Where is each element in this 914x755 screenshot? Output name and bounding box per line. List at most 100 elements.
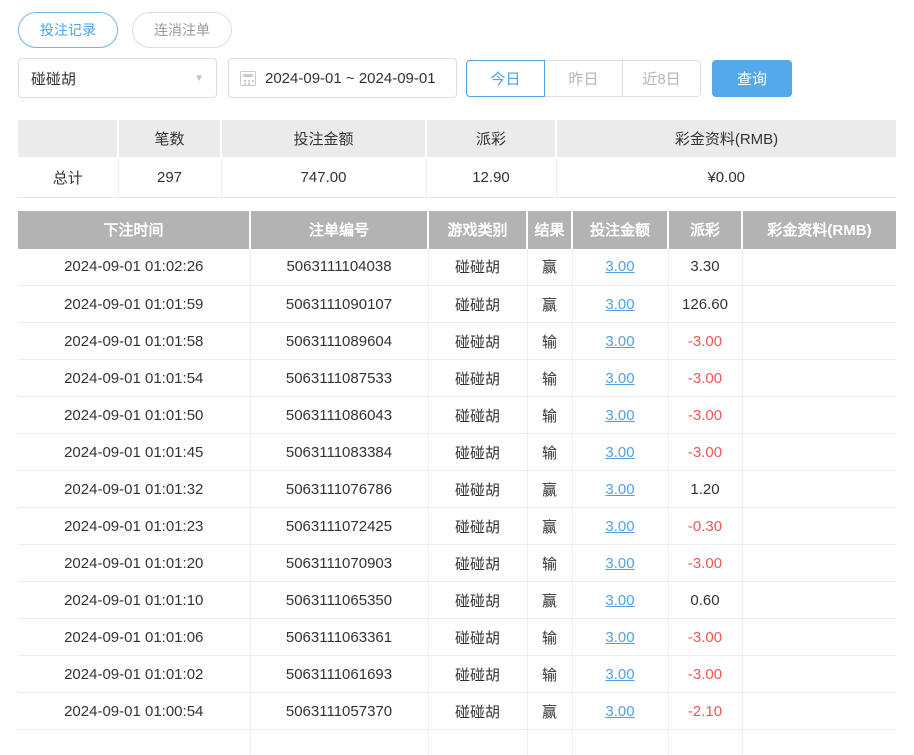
- search-button[interactable]: 查询: [712, 59, 792, 97]
- cell-result: 赢: [527, 507, 573, 545]
- tab-button[interactable]: 投注记录: [18, 12, 118, 48]
- cell-result: 输: [527, 544, 573, 582]
- top-tabs: 投注记录 连消注单: [18, 12, 896, 48]
- cell-result: 输: [527, 433, 573, 471]
- cell-payout: -3.00: [668, 655, 743, 693]
- date-range-input[interactable]: 2024-09-01 ~ 2024-09-01: [228, 58, 457, 98]
- cell-game-type: 碰碰胡: [428, 618, 528, 656]
- cell-order-number: 5063111089604: [250, 322, 429, 360]
- bet-table-header-cell: 派彩: [668, 210, 743, 249]
- table-row: 2024-09-01 01:01:50 5063111086043 碰碰胡 输 …: [18, 396, 896, 434]
- cell-bet-time: 2024-09-01 01:01:06: [18, 618, 251, 656]
- summary-bonus: ¥0.00: [556, 158, 896, 198]
- partial-next-row: [18, 729, 896, 755]
- quick-date-filter-button[interactable]: 今日: [466, 59, 545, 97]
- cell-order-number: 5063111070903: [250, 544, 429, 582]
- table-row: 2024-09-01 01:01:58 5063111089604 碰碰胡 输 …: [18, 322, 896, 360]
- cell-bonus: [742, 618, 896, 656]
- bet-amount-link[interactable]: 3.00: [605, 296, 634, 313]
- quick-date-filter-button[interactable]: 昨日: [544, 59, 623, 97]
- summary-total-row: 总计 297 747.00 12.90 ¥0.00: [18, 158, 896, 198]
- cell-game-type: 碰碰胡: [428, 359, 528, 397]
- table-row: 2024-09-01 01:01:45 5063111083384 碰碰胡 输 …: [18, 433, 896, 471]
- cell-payout: 3.30: [668, 248, 743, 286]
- summary-count: 297: [118, 158, 222, 198]
- cell-bonus: [742, 692, 896, 730]
- bet-amount-link[interactable]: 3.00: [605, 703, 634, 720]
- cell-result: 赢: [527, 581, 573, 619]
- game-type-select[interactable]: 碰碰胡 ▼: [18, 58, 217, 98]
- table-row: 2024-09-01 01:01:23 5063111072425 碰碰胡 赢 …: [18, 507, 896, 545]
- table-row: 2024-09-01 01:01:32 5063111076786 碰碰胡 赢 …: [18, 470, 896, 508]
- cell-bonus: [742, 322, 896, 360]
- quick-date-filter-button[interactable]: 近8日: [622, 59, 701, 97]
- cell-order-number: 5063111057370: [250, 692, 429, 730]
- cell-order-number: 5063111065350: [250, 581, 429, 619]
- cell-result: 输: [527, 618, 573, 656]
- bet-amount-link[interactable]: 3.00: [605, 481, 634, 498]
- bet-amount-link[interactable]: 3.00: [605, 258, 634, 275]
- bet-records-table: 下注时间 注单编号 游戏类别 结果 投注金额 派彩 彩金资料(RMB) 2024…: [18, 210, 896, 755]
- bet-amount-link[interactable]: 3.00: [605, 555, 634, 572]
- table-row: 2024-09-01 01:01:54 5063111087533 碰碰胡 输 …: [18, 359, 896, 397]
- cell-bet-time: 2024-09-01 01:01:59: [18, 285, 251, 323]
- game-type-select-value: 碰碰胡: [31, 70, 77, 88]
- bet-amount-link[interactable]: 3.00: [605, 444, 634, 461]
- table-row: 2024-09-01 01:00:54 5063111057370 碰碰胡 赢 …: [18, 692, 896, 730]
- bet-table-header-cell: 结果: [527, 210, 573, 249]
- cell-result: 赢: [527, 470, 573, 508]
- cell-bonus: [742, 433, 896, 471]
- table-row: 2024-09-01 01:02:26 5063111104038 碰碰胡 赢 …: [18, 248, 896, 286]
- cell-game-type: 碰碰胡: [428, 285, 528, 323]
- cell-bonus: [742, 248, 896, 286]
- cell-bet-time: 2024-09-01 01:01:54: [18, 359, 251, 397]
- cell-payout: -3.00: [668, 396, 743, 434]
- table-row: [18, 729, 896, 755]
- cell-bonus: [742, 544, 896, 582]
- bet-table-body: 2024-09-01 01:02:26 5063111104038 碰碰胡 赢 …: [18, 248, 896, 730]
- cell-bonus: [742, 507, 896, 545]
- cell-result: 输: [527, 359, 573, 397]
- cell-order-number: 5063111072425: [250, 507, 429, 545]
- bet-amount-link[interactable]: 3.00: [605, 666, 634, 683]
- summary-header-cell: 笔数: [118, 120, 222, 159]
- bet-amount-link[interactable]: 3.00: [605, 370, 634, 387]
- cell-bet-time: 2024-09-01 01:01:10: [18, 581, 251, 619]
- bet-amount-link[interactable]: 3.00: [605, 518, 634, 535]
- cell-result: 输: [527, 322, 573, 360]
- cell-order-number: 5063111063361: [250, 618, 429, 656]
- cell-order-number: 5063111076786: [250, 470, 429, 508]
- table-row: 2024-09-01 01:01:10 5063111065350 碰碰胡 赢 …: [18, 581, 896, 619]
- bet-amount-link[interactable]: 3.00: [605, 407, 634, 424]
- cell-bet-time: 2024-09-01 01:01:45: [18, 433, 251, 471]
- tab-button[interactable]: 连消注单: [132, 12, 232, 48]
- quick-date-filter-group: 今日 昨日 近8日: [466, 59, 701, 97]
- bet-amount-link[interactable]: 3.00: [605, 592, 634, 609]
- calendar-icon: [240, 70, 256, 86]
- cell-result: 赢: [527, 248, 573, 286]
- bet-table-header-cell: 注单编号: [250, 210, 429, 249]
- summary-total-label: 总计: [18, 158, 119, 198]
- cell-order-number: 5063111061693: [250, 655, 429, 693]
- cell-bonus: [742, 470, 896, 508]
- summary-header-cell: 彩金资料(RMB): [556, 120, 896, 159]
- cell-result: 输: [527, 655, 573, 693]
- cell-bet-time: 2024-09-01 01:01:32: [18, 470, 251, 508]
- cell-payout: 1.20: [668, 470, 743, 508]
- betting-records-page: 投注记录 连消注单 碰碰胡 ▼ 2024-09-01 ~ 2024-09-01 …: [0, 12, 914, 755]
- summary-table: 笔数 投注金额 派彩 彩金资料(RMB) 总计 297 747.00 12.90…: [18, 120, 896, 198]
- table-row: 2024-09-01 01:01:06 5063111063361 碰碰胡 输 …: [18, 618, 896, 656]
- cell-payout: 126.60: [668, 285, 743, 323]
- cell-result: 赢: [527, 692, 573, 730]
- cell-game-type: 碰碰胡: [428, 581, 528, 619]
- cell-game-type: 碰碰胡: [428, 692, 528, 730]
- cell-game-type: 碰碰胡: [428, 433, 528, 471]
- cell-order-number: 5063111104038: [250, 248, 429, 286]
- cell-payout: -3.00: [668, 433, 743, 471]
- bet-amount-link[interactable]: 3.00: [605, 629, 634, 646]
- cell-game-type: 碰碰胡: [428, 655, 528, 693]
- bet-amount-link[interactable]: 3.00: [605, 333, 634, 350]
- cell-game-type: 碰碰胡: [428, 507, 528, 545]
- cell-game-type: 碰碰胡: [428, 248, 528, 286]
- cell-bonus: [742, 581, 896, 619]
